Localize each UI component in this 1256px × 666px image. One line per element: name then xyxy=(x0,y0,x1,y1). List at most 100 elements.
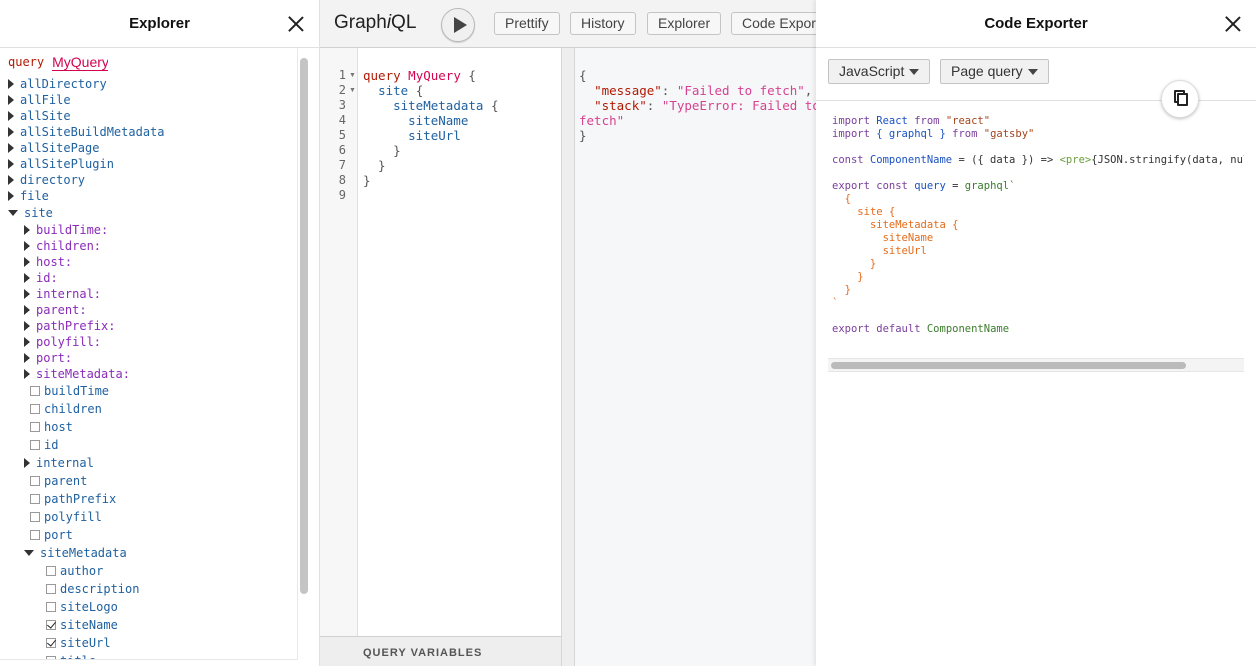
chevron-right-icon[interactable] xyxy=(8,79,14,89)
chevron-right-icon[interactable] xyxy=(24,458,30,468)
explorer-field-children-arg[interactable]: children: xyxy=(0,238,297,254)
chevron-right-icon[interactable] xyxy=(24,353,30,363)
checkbox[interactable] xyxy=(46,566,56,576)
chevron-right-icon[interactable] xyxy=(8,175,14,185)
checkbox[interactable] xyxy=(30,530,40,540)
explorer-field-id-arg[interactable]: id: xyxy=(0,270,297,286)
chevron-down-icon[interactable] xyxy=(24,550,34,556)
checkbox[interactable] xyxy=(30,386,40,396)
explorer-field-description[interactable]: description xyxy=(0,580,297,598)
chevron-down-icon[interactable] xyxy=(8,210,18,216)
checkbox[interactable] xyxy=(46,656,56,659)
code-token: siteName xyxy=(882,232,934,244)
explorer-close-icon[interactable] xyxy=(287,15,305,33)
field-label: id xyxy=(44,438,59,452)
chevron-right-icon[interactable] xyxy=(8,191,14,201)
explorer-field-buildtime[interactable]: buildTime xyxy=(0,382,297,400)
explorer-field-polyfill-arg[interactable]: polyfill: xyxy=(0,334,297,350)
fold-arrow-icon[interactable]: ▼ xyxy=(349,72,356,79)
chevron-right-icon[interactable] xyxy=(8,127,14,137)
explorer-field-title[interactable]: title xyxy=(0,652,297,659)
explorer-field-parent-arg[interactable]: parent: xyxy=(0,302,297,318)
explorer-field-polyfill[interactable]: polyfill xyxy=(0,508,297,526)
field-label: siteMetadata: xyxy=(36,367,130,381)
scrollbar-thumb[interactable] xyxy=(831,362,1186,369)
code-exporter-close-icon[interactable] xyxy=(1224,15,1242,33)
explorer-field-pathprefix-arg[interactable]: pathPrefix: xyxy=(0,318,297,334)
code-horizontal-scrollbar[interactable] xyxy=(828,358,1244,372)
explorer-field-sitemetadata[interactable]: siteMetadata xyxy=(0,544,297,562)
checkbox[interactable] xyxy=(46,602,56,612)
explorer-field-sitemetadata-arg[interactable]: siteMetadata: xyxy=(0,366,297,382)
chevron-right-icon[interactable] xyxy=(24,369,30,379)
checkbox[interactable] xyxy=(30,476,40,486)
explorer-field-allsiteplugin[interactable]: allSitePlugin xyxy=(0,156,297,172)
explorer-field-buildtime-arg[interactable]: buildTime: xyxy=(0,222,297,238)
fold-arrow-icon[interactable]: ▼ xyxy=(349,87,356,94)
explorer-field-id[interactable]: id xyxy=(0,436,297,454)
explorer-field-pathprefix[interactable]: pathPrefix xyxy=(0,490,297,508)
language-select[interactable]: JavaScript xyxy=(828,59,931,84)
history-button[interactable]: History xyxy=(570,12,636,35)
checkbox-checked[interactable] xyxy=(46,620,56,630)
chevron-right-icon[interactable] xyxy=(24,321,30,331)
checkbox-checked[interactable] xyxy=(46,638,56,648)
checkbox[interactable] xyxy=(30,440,40,450)
checkbox[interactable] xyxy=(30,494,40,504)
chevron-right-icon[interactable] xyxy=(8,95,14,105)
chevron-right-icon[interactable] xyxy=(24,337,30,347)
explorer-field-parent[interactable]: parent xyxy=(0,472,297,490)
chevron-right-icon[interactable] xyxy=(24,241,30,251)
query-type-select[interactable]: Page query xyxy=(940,59,1049,84)
explorer-field-allfile[interactable]: allFile xyxy=(0,92,297,108)
chevron-right-icon[interactable] xyxy=(8,143,14,153)
explorer-field-port[interactable]: port xyxy=(0,526,297,544)
field-label: siteLogo xyxy=(60,600,118,614)
chevron-right-icon[interactable] xyxy=(24,225,30,235)
editor-result-divider[interactable] xyxy=(561,48,575,666)
checkbox[interactable] xyxy=(30,404,40,414)
field-label: siteUrl xyxy=(60,636,111,650)
result-line: "stack": "TypeError: Failed to xyxy=(594,98,820,113)
explorer-field-allsite[interactable]: allSite xyxy=(0,108,297,124)
checkbox[interactable] xyxy=(30,512,40,522)
explorer-field-host-arg[interactable]: host: xyxy=(0,254,297,270)
execute-query-button[interactable] xyxy=(441,8,475,42)
code-token: export xyxy=(832,323,870,335)
checkbox[interactable] xyxy=(46,584,56,594)
chevron-right-icon[interactable] xyxy=(8,111,14,121)
explorer-field-host[interactable]: host xyxy=(0,418,297,436)
explorer-field-directory[interactable]: directory xyxy=(0,172,297,188)
chevron-right-icon[interactable] xyxy=(24,305,30,315)
explorer-field-siteurl[interactable]: siteUrl xyxy=(0,634,297,652)
checkbox[interactable] xyxy=(30,422,40,432)
code-exporter-button[interactable]: Code Exporter xyxy=(731,12,816,35)
prettify-button[interactable]: Prettify xyxy=(494,12,560,35)
explorer-field-internal[interactable]: internal xyxy=(0,454,297,472)
explorer-field-internal-arg[interactable]: internal: xyxy=(0,286,297,302)
query-keyword: query xyxy=(8,55,45,69)
query-editor[interactable]: 1 2 3 4 5 6 7 8 9 ▼ ▼ query MyQuery { si… xyxy=(320,48,561,636)
explorer-field-port-arg[interactable]: port: xyxy=(0,350,297,366)
code-exporter-title: Code Exporter xyxy=(984,15,1088,32)
query-variables-toggle[interactable]: QUERY VARIABLES xyxy=(320,636,561,666)
chevron-right-icon[interactable] xyxy=(24,273,30,283)
explorer-field-author[interactable]: author xyxy=(0,562,297,580)
explorer-scrollbar[interactable] xyxy=(300,58,308,594)
copy-button[interactable] xyxy=(1161,80,1199,118)
explorer-field-site[interactable]: site xyxy=(0,204,297,222)
explorer-field-file[interactable]: file xyxy=(0,188,297,204)
explorer-field-allsitepage[interactable]: allSitePage xyxy=(0,140,297,156)
field-label: parent xyxy=(44,474,88,488)
explorer-field-sitename[interactable]: siteName xyxy=(0,616,297,634)
query-name-input[interactable]: MyQuery xyxy=(52,54,109,71)
chevron-right-icon[interactable] xyxy=(8,159,14,169)
code-token: from xyxy=(952,128,978,140)
explorer-field-children[interactable]: children xyxy=(0,400,297,418)
chevron-right-icon[interactable] xyxy=(24,257,30,267)
explorer-field-alldirectory[interactable]: allDirectory xyxy=(0,76,297,92)
explorer-field-allsitebuildmetadata[interactable]: allSiteBuildMetadata xyxy=(0,124,297,140)
explorer-button[interactable]: Explorer xyxy=(647,12,722,35)
chevron-right-icon[interactable] xyxy=(24,289,30,299)
explorer-field-sitelogo[interactable]: siteLogo xyxy=(0,598,297,616)
